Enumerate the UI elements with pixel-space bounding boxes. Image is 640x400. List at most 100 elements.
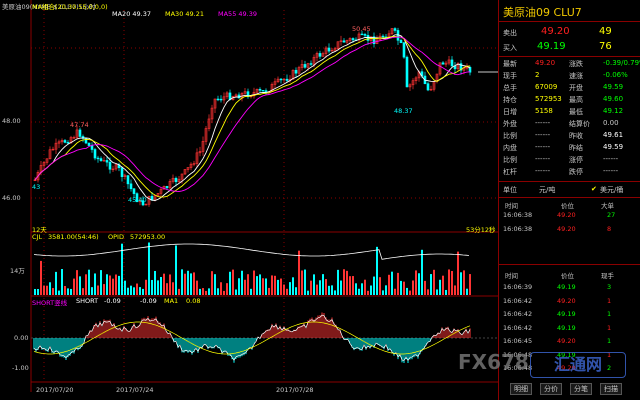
quote-label: 比例 [503, 132, 517, 140]
cjl-value: 3581.00(54:46) [48, 233, 99, 241]
quote-value: 49.20 [535, 59, 556, 67]
candle-body [450, 59, 454, 67]
quote-row: 比例 ------ 昨收 49.61 [499, 130, 640, 142]
volume-bar [298, 250, 300, 295]
order-volume: 27 [607, 211, 616, 219]
volume-bar [385, 285, 387, 295]
volume-bar [67, 288, 69, 295]
unit-row[interactable]: 单位 元/吨 ✔ 美元/桶 [499, 184, 640, 196]
quote-value: -0.06% [603, 71, 628, 79]
volume-bar [157, 280, 159, 295]
volume-bar [208, 288, 210, 295]
unit-value-option[interactable]: 元/吨 [539, 185, 555, 195]
tab-scan[interactable]: 扫描 [600, 383, 622, 395]
short-label: SHORT [76, 297, 99, 305]
chart-area[interactable]: 美原油09(NYME-$ CLU7)1小时 MA组合(20,30,55,0,0,… [0, 0, 498, 400]
volume-bar [118, 275, 120, 295]
ma1-value: 0.08 [186, 297, 201, 305]
tick-time: 16:06:42 [503, 310, 533, 318]
volume-bar [91, 287, 93, 295]
volume-bar [406, 287, 408, 295]
volume-bar [88, 269, 90, 295]
candle-body [363, 34, 367, 36]
divider [499, 197, 640, 198]
volume-bar [223, 290, 225, 295]
list-item: 16:06:38 49.20 8 [499, 225, 640, 235]
divider [499, 21, 640, 22]
volume-bar [352, 276, 354, 295]
candle-body [402, 42, 406, 58]
list-item: 16:06:42 49.19 1 [499, 324, 640, 334]
volume-bar [427, 289, 429, 295]
chart-canvas[interactable] [0, 0, 498, 400]
volume-bar [127, 287, 129, 295]
volume-bar [202, 288, 204, 295]
candle-body [105, 160, 109, 163]
volume-bar [412, 280, 414, 295]
volume-bar [388, 274, 390, 295]
quote-value: ------ [535, 131, 551, 139]
volume-bar [229, 271, 231, 295]
quote-label: 现手 [503, 72, 517, 80]
order-time: 16:06:38 [503, 225, 533, 233]
order-price: 49.20 [557, 211, 576, 219]
candle-body [126, 175, 130, 185]
tab-ticks[interactable]: 分笔 [570, 383, 592, 395]
tick-volume: 3 [607, 283, 612, 291]
tick-price: 49.19 [557, 323, 576, 332]
tab-price[interactable]: 分价 [540, 383, 562, 395]
volume-bar [106, 274, 108, 295]
tick-volume: 1 [607, 323, 612, 332]
volume-bar [151, 279, 153, 295]
candle-body [285, 78, 289, 81]
short-title: SHORT竖线 [32, 299, 68, 307]
volume-bar [73, 278, 75, 295]
volume-bar [166, 283, 168, 295]
divider [499, 264, 640, 265]
candle-body [219, 98, 223, 101]
quote-label: 日增 [503, 108, 517, 116]
volume-bar [40, 260, 42, 295]
volume-bar [124, 280, 126, 295]
list-item: 16:06:45 49.20 1 [499, 337, 640, 347]
volume-bar [232, 269, 234, 295]
tab-detail[interactable]: 明细 [510, 383, 532, 395]
quote-row: 外盘 ------ 结算价 0.00 [499, 118, 640, 130]
ma55-label: MA55 49.39 [218, 10, 257, 18]
volume-bar [442, 275, 444, 295]
quote-value: 49.60 [603, 95, 624, 103]
list-item: 16:06:42 49.19 1 [499, 310, 640, 320]
volume-bar [181, 269, 183, 295]
candle-body [129, 183, 133, 190]
volume-bar [391, 271, 393, 295]
candle-body [90, 145, 94, 150]
ma30-label: MA30 49.21 [165, 10, 204, 18]
candle-body [279, 78, 283, 81]
volume-bar [55, 271, 57, 295]
order-time: 16:06:38 [503, 211, 533, 219]
volume-bar [37, 289, 39, 295]
candle-body [96, 157, 100, 160]
volume-bar [367, 290, 369, 295]
date-label-3: 2017/07/28 [276, 386, 314, 394]
quote-label: 杠杆 [503, 168, 517, 176]
quote-label: 外盘 [503, 120, 517, 128]
volume-bar [418, 273, 420, 295]
volume-bar [469, 274, 471, 295]
volume-bar [187, 270, 189, 295]
quote-value: 2 [535, 71, 540, 79]
candle-body [426, 83, 430, 91]
volume-bar [46, 285, 48, 295]
order-volume: 8 [607, 225, 612, 233]
volume-bar [175, 245, 177, 295]
unit-alt-option[interactable]: 美元/桶 [600, 185, 623, 195]
quote-value: ------ [603, 155, 619, 163]
sell-row[interactable]: 卖出 49.20 49 [499, 25, 640, 39]
volume-bar [226, 283, 228, 295]
volume-bar [355, 283, 357, 295]
buy-row[interactable]: 买入 49.19 76 [499, 40, 640, 54]
volume-bar [370, 285, 372, 295]
volume-bar [244, 279, 246, 295]
list-item: 16:06:42 49.20 1 [499, 297, 640, 307]
volume-bar [415, 270, 417, 295]
